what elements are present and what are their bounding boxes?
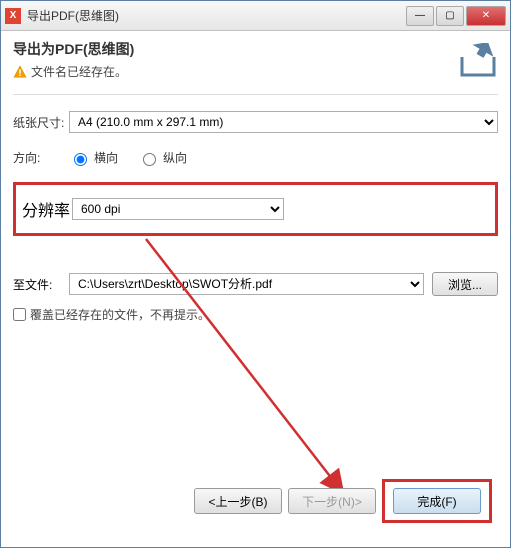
dialog-window: X 导出PDF(思维图) — ▢ ✕ 导出为PDF(思维图) 文件名已经存在。 … <box>0 0 511 548</box>
resolution-label: 分辨率 <box>22 197 72 221</box>
portrait-label: 纵向 <box>163 149 187 166</box>
resolution-select[interactable]: 600 dpi <box>72 198 284 220</box>
close-button[interactable]: ✕ <box>466 6 506 26</box>
overwrite-label: 覆盖已经存在的文件，不再提示。 <box>30 306 210 323</box>
button-bar: <上一步(B) 下一步(N)> 完成(F) <box>194 479 492 523</box>
maximize-button[interactable]: ▢ <box>436 6 464 26</box>
finish-button[interactable]: 完成(F) <box>393 488 481 514</box>
landscape-radio[interactable] <box>74 153 87 166</box>
orientation-portrait[interactable]: 纵向 <box>138 149 187 166</box>
titlebar: X 导出PDF(思维图) — ▢ ✕ <box>1 1 510 31</box>
back-button[interactable]: <上一步(B) <box>194 488 282 514</box>
orientation-landscape[interactable]: 横向 <box>69 149 118 166</box>
page-title: 导出为PDF(思维图) <box>13 39 134 59</box>
file-path-select[interactable]: C:\Users\zrt\Desktop\SWOT分析.pdf <box>69 273 424 295</box>
window-title: 导出PDF(思维图) <box>27 7 406 24</box>
warning-text: 文件名已经存在。 <box>31 63 127 80</box>
divider <box>13 94 498 95</box>
resolution-highlight: 分辨率 600 dpi <box>13 182 498 236</box>
orientation-label: 方向: <box>13 149 69 166</box>
next-button: 下一步(N)> <box>288 488 376 514</box>
paper-size-select[interactable]: A4 (210.0 mm x 297.1 mm) <box>69 111 498 133</box>
paper-size-row: 纸张尺寸: A4 (210.0 mm x 297.1 mm) <box>13 111 498 133</box>
paper-size-label: 纸张尺寸: <box>13 114 69 131</box>
landscape-label: 横向 <box>94 149 118 166</box>
file-label: 至文件: <box>13 276 61 293</box>
portrait-radio[interactable] <box>143 153 156 166</box>
finish-highlight: 完成(F) <box>382 479 492 523</box>
window-controls: — ▢ ✕ <box>406 6 506 26</box>
file-row: 至文件: C:\Users\zrt\Desktop\SWOT分析.pdf 浏览.… <box>13 272 498 296</box>
orientation-row: 方向: 横向 纵向 <box>13 149 498 166</box>
app-icon: X <box>5 8 21 24</box>
overwrite-checkbox[interactable] <box>13 308 26 321</box>
warning-icon <box>13 65 27 79</box>
warning-row: 文件名已经存在。 <box>13 63 134 80</box>
minimize-button[interactable]: — <box>406 6 434 26</box>
export-icon <box>458 43 498 79</box>
browse-button[interactable]: 浏览... <box>432 272 498 296</box>
overwrite-row[interactable]: 覆盖已经存在的文件，不再提示。 <box>13 306 498 323</box>
dialog-content: 导出为PDF(思维图) 文件名已经存在。 纸张尺寸: A4 (210.0 mm … <box>1 31 510 547</box>
